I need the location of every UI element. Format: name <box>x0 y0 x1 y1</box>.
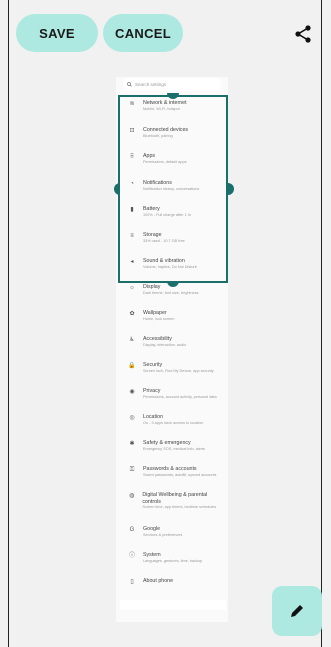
save-button[interactable]: SAVE <box>16 14 98 52</box>
preview-list-item: ⓘ System Languages, gestures, time, backup <box>128 552 220 564</box>
setting-title: About phone <box>143 578 174 584</box>
setting-icon: ◉ <box>129 389 135 395</box>
preview-list-item: 🔒 Security Screen lock, Find My Device, ap… <box>128 362 220 374</box>
setting-icon: ✿ <box>129 311 135 317</box>
preview-search-placeholder: Search settings <box>135 82 167 87</box>
setting-subtitle: Screen time, app timers, bedtime schedul… <box>142 505 217 509</box>
setting-icon: G <box>129 527 135 533</box>
setting-subtitle: On - 3 apps have access to location <box>143 420 204 425</box>
preview-list-item: ◍ Digital Wellbeing & parental controls Sc… <box>128 492 220 510</box>
setting-subtitle: Saved passwords, autofill, synced accoun… <box>143 472 217 477</box>
preview-list-item: ◎ Location On - 3 apps have access to loca… <box>128 414 220 426</box>
setting-subtitle: Emergency SOS, medical info, alerts <box>143 446 206 451</box>
setting-icon: ⓘ <box>128 553 135 559</box>
preview-list-item: ✿ Wallpaper Home, lock screen <box>128 310 220 322</box>
edit-button[interactable] <box>272 586 322 636</box>
crop-handle-left[interactable] <box>114 183 120 195</box>
search-icon <box>127 82 132 87</box>
setting-subtitle: Display, interaction, audio <box>143 342 187 347</box>
preview-list-item: ♿ Accessibility Display, interaction, audi… <box>128 336 220 348</box>
setting-icon: ▯ <box>130 579 134 585</box>
preview-list-item: ◉ Privacy Permissions, account activity, p… <box>128 388 220 400</box>
setting-icon: ✱ <box>129 441 135 447</box>
setting-subtitle: Permissions, account activity, personal … <box>143 394 217 399</box>
preview-list-item: G Google Services & preferences <box>128 526 220 538</box>
setting-icon: 🔒 <box>128 363 136 369</box>
setting-icon: ♿ <box>129 337 135 343</box>
share-icon[interactable] <box>293 24 313 44</box>
setting-subtitle: Languages, gestures, time, backup <box>143 558 203 563</box>
cancel-button[interactable]: CANCEL <box>103 14 183 52</box>
setting-icon: ◎ <box>129 415 135 421</box>
preview-footer <box>120 600 226 610</box>
setting-subtitle: Dark theme, font size, brightness <box>143 290 199 295</box>
preview-list-item: ⚿ Passwords & accounts Saved passwords, au… <box>128 466 220 478</box>
preview-list-item: ✱ Safety & emergency Emergency SOS, medica… <box>128 440 220 452</box>
setting-icon: ⚿ <box>129 467 135 473</box>
crop-frame[interactable] <box>118 95 228 283</box>
preview-search-bar: Search settings <box>123 78 221 91</box>
setting-subtitle: Screen lock, Find My Device, app securit… <box>143 368 214 373</box>
crop-handle-right[interactable] <box>228 183 234 195</box>
preview-list-item: ▯ About phone <box>128 578 220 586</box>
setting-subtitle: Home, lock screen <box>143 316 175 321</box>
pencil-icon <box>291 605 303 617</box>
setting-title: Digital Wellbeing & parental controls <box>142 492 208 505</box>
setting-subtitle: Services & preferences <box>143 532 183 537</box>
setting-icon: ☼ <box>129 285 135 291</box>
setting-icon: ◍ <box>129 493 135 499</box>
